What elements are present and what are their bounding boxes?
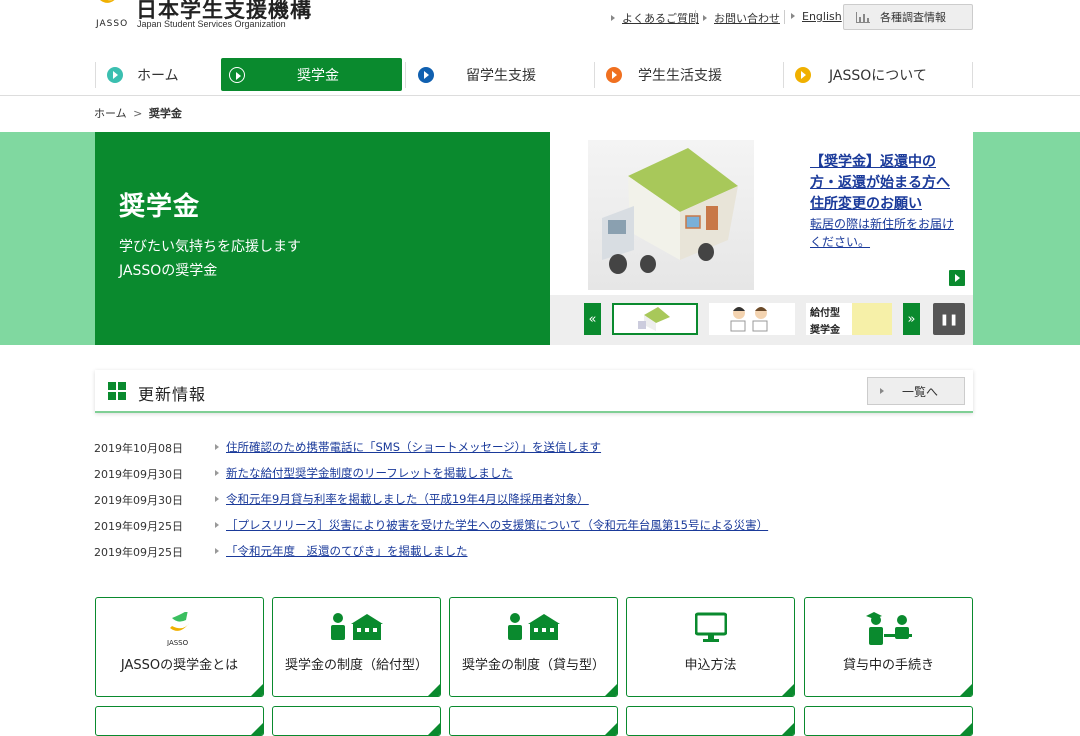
nav-international-label: 留学生支援	[466, 67, 536, 84]
news-date: 2019年09月30日	[94, 494, 183, 507]
contact-link[interactable]: お問い合わせ	[703, 10, 780, 26]
play-circle-icon	[795, 66, 811, 83]
tile-application[interactable]: 申込方法	[626, 597, 795, 697]
carousel-thumb-3[interactable]: 給付型 奨学金	[806, 303, 892, 336]
news-date: 2019年09月25日	[94, 520, 183, 533]
tile-row2[interactable]	[449, 706, 618, 736]
house-truck-thumb-icon	[638, 307, 670, 331]
carousel-prev-button[interactable]: «	[584, 303, 601, 335]
student-school-icon	[507, 613, 560, 640]
news-date: 2019年09月30日	[94, 468, 183, 481]
student-reading-icon	[852, 303, 892, 335]
tile-label: 奨学金の制度（貸与型）	[461, 658, 605, 673]
play-circle-icon	[606, 66, 622, 83]
jasso-logo-icon: JASSO	[166, 612, 190, 646]
tile-row2[interactable]	[272, 706, 441, 736]
moving-truck-house-image[interactable]	[588, 140, 754, 290]
tile-label: 奨学金の制度（給付型）	[284, 658, 428, 673]
news-date: 2019年09月25日	[94, 546, 183, 559]
breadcrumb: ホーム > 奨学金	[94, 105, 182, 121]
tile-label: 貸与中の手続き	[842, 658, 934, 673]
tile-label: JASSOの奨学金とは	[120, 658, 239, 673]
divider	[972, 62, 973, 88]
divider	[594, 62, 595, 88]
carousel-thumb-2[interactable]	[709, 303, 795, 335]
play-circle-icon	[229, 66, 245, 83]
tile-about-scholarship[interactable]: JASSO JASSOの奨学金とは	[95, 597, 264, 697]
news-link[interactable]: 住所確認のため携帯電話に「SMS（ショートメッセージ）」を送信します	[215, 439, 601, 455]
nav-home-label: ホーム	[137, 67, 179, 84]
double-chevron-left-icon: «	[588, 311, 597, 327]
tile-row2[interactable]	[804, 706, 973, 736]
news-link[interactable]: 新たな給付型奨学金制度のリーフレットを掲載しました	[215, 465, 513, 481]
nav-home[interactable]: ホーム	[107, 58, 212, 91]
news-more-button[interactable]: 一覧へ	[867, 377, 965, 405]
tile-loan-scholarship[interactable]: 奨学金の制度（貸与型）	[449, 597, 618, 697]
news-link[interactable]: 「令和元年度 返還のてびき」を掲載しました	[215, 543, 468, 559]
breadcrumb-home[interactable]: ホーム	[94, 107, 127, 120]
pause-icon: ❚❚	[939, 312, 959, 326]
carousel-thumb-1[interactable]	[612, 303, 698, 335]
hero-tagline: 学びたい気持ちを応援します	[119, 239, 301, 255]
chevron-right-icon: >	[133, 107, 143, 120]
play-icon[interactable]	[949, 270, 965, 286]
carousel-next-button[interactable]: »	[903, 303, 920, 335]
grid-icon	[108, 382, 126, 400]
tile-label: 申込方法	[684, 658, 737, 673]
double-chevron-right-icon: »	[907, 311, 916, 327]
jasso-logo-icon[interactable]	[96, 0, 126, 8]
news-link[interactable]: 令和元年9月貸与利率を掲載しました（平成19年4月以降採用者対象）	[215, 491, 589, 507]
tile-row2[interactable]	[626, 706, 795, 736]
featured-news-link[interactable]: 【奨学金】返還中の方・返還が始まる方へ住所変更のお願い	[810, 152, 960, 215]
consultation-icon	[865, 612, 912, 645]
tile-procedures[interactable]: 貸与中の手続き	[804, 597, 973, 697]
survey-info-label: 各種調査情報	[880, 11, 946, 24]
nav-international-students[interactable]: 留学生支援	[418, 58, 588, 91]
news-more-label: 一覧へ	[902, 384, 939, 399]
thumb-label-2: 奨学金	[810, 325, 840, 336]
house-truck-icon	[602, 148, 738, 274]
featured-news-description[interactable]: 転居の際は新住所をお届けください。	[810, 215, 960, 251]
nav-student-life-label: 学生生活支援	[638, 67, 722, 84]
breadcrumb-current: 奨学金	[148, 107, 182, 120]
news-title: 更新情報	[138, 385, 207, 404]
org-name-en: Japan Student Services Organization	[137, 19, 286, 29]
divider	[405, 62, 406, 88]
monitor-icon	[694, 612, 727, 642]
header-divider	[0, 95, 1080, 96]
news-link[interactable]: ［プレスリリース］災害により被害を受けた学生への支援策について（令和元年台風第1…	[215, 517, 768, 533]
faq-link[interactable]: よくあるご質問	[611, 10, 699, 26]
divider	[784, 10, 785, 24]
divider	[95, 62, 96, 88]
news-header	[95, 370, 973, 413]
divider	[695, 10, 696, 24]
logo-text[interactable]: JASSO	[96, 19, 128, 29]
nav-student-life[interactable]: 学生生活支援	[606, 58, 776, 91]
play-circle-icon	[418, 66, 434, 83]
thumb-label-1: 給付型	[810, 308, 840, 319]
nav-about-jasso[interactable]: JASSOについて	[795, 58, 965, 91]
nav-scholarship[interactable]: 奨学金	[221, 58, 402, 91]
hero-subtitle: JASSOの奨学金	[119, 263, 218, 279]
svg-text:JASSO: JASSO	[166, 639, 189, 646]
bar-chart-icon	[856, 11, 870, 23]
divider	[783, 62, 784, 88]
hero-title: 奨学金	[119, 192, 201, 222]
play-circle-icon	[107, 66, 123, 83]
english-link[interactable]: English	[791, 10, 842, 23]
carousel-pause-button[interactable]: ❚❚	[933, 303, 965, 335]
student-school-icon	[330, 613, 383, 640]
tile-row2[interactable]	[95, 706, 264, 736]
news-date: 2019年10月08日	[94, 442, 183, 455]
survey-info-button[interactable]: 各種調査情報	[843, 4, 973, 30]
nav-scholarship-label: 奨学金	[297, 67, 339, 84]
nav-about-label: JASSOについて	[829, 67, 927, 84]
tile-grant-scholarship[interactable]: 奨学金の制度（給付型）	[272, 597, 441, 697]
people-mail-icon	[730, 307, 768, 332]
